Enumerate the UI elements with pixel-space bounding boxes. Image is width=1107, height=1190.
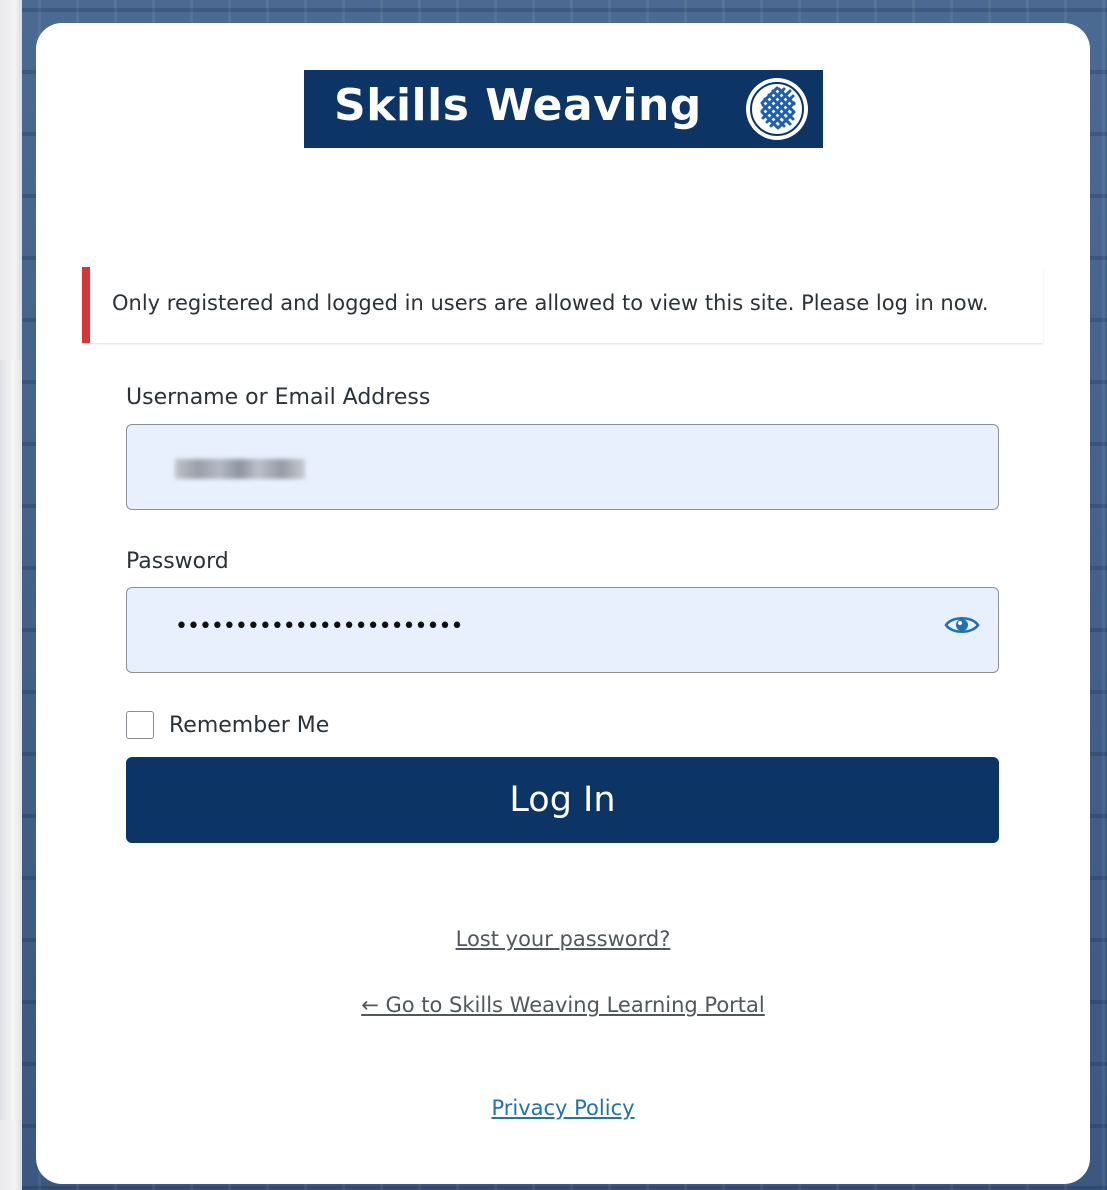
- back-to-site-link[interactable]: ← Go to Skills Weaving Learning Portal: [361, 993, 765, 1017]
- password-label: Password: [126, 549, 229, 574]
- login-notice: Only registered and logged in users are …: [82, 267, 1043, 343]
- privacy-policy-link[interactable]: Privacy Policy: [491, 1096, 634, 1120]
- lost-password-row: Lost your password?: [36, 927, 1090, 951]
- username-field[interactable]: [126, 424, 999, 510]
- privacy-policy-row: Privacy Policy: [36, 1096, 1090, 1120]
- notice-message: Only registered and logged in users are …: [112, 291, 989, 315]
- site-logo[interactable]: Skills Weaving: [304, 70, 823, 148]
- remember-me-row: Remember Me: [126, 711, 329, 739]
- lost-password-link[interactable]: Lost your password?: [456, 927, 671, 951]
- left-edge-fold: [0, 360, 22, 1120]
- login-card: Skills Weaving Only registered and logge…: [36, 23, 1090, 1184]
- knot-weave-icon: [746, 78, 808, 140]
- site-logo-text: Skills Weaving: [334, 80, 702, 131]
- log-in-button[interactable]: Log In: [126, 757, 999, 843]
- password-mask: ••••••••••••••••••••••••: [175, 614, 463, 639]
- password-field[interactable]: ••••••••••••••••••••••••: [126, 587, 999, 673]
- eye-icon[interactable]: [944, 613, 980, 637]
- remember-me-label[interactable]: Remember Me: [169, 713, 329, 738]
- username-label: Username or Email Address: [126, 385, 431, 410]
- back-to-site-row: ← Go to Skills Weaving Learning Portal: [36, 993, 1090, 1017]
- username-value-redacted: [175, 459, 305, 479]
- remember-me-checkbox[interactable]: [126, 711, 154, 739]
- left-edge-strip: [0, 0, 22, 1190]
